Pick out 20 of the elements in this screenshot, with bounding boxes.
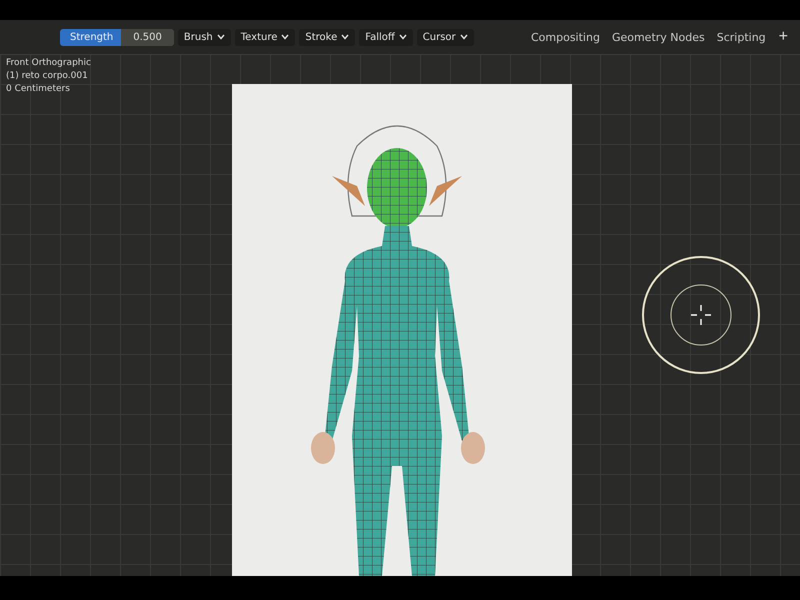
caret-icon — [281, 34, 290, 40]
dropdown-menu[interactable]: Cursor — [416, 28, 474, 46]
dropdown-menu[interactable]: Falloff — [359, 28, 413, 46]
workspace-tab[interactable]: Scripting — [714, 28, 769, 46]
brush-cursor-icon — [639, 253, 763, 377]
dropdown-menu[interactable]: Stroke — [299, 28, 356, 46]
strength-field[interactable]: 0.500 — [121, 28, 174, 46]
workspace-tab[interactable]: Geometry Nodes — [608, 28, 708, 46]
caret-icon — [398, 34, 407, 40]
viewport-info-text: 0 Centimeters — [6, 84, 71, 94]
dropdown-menu[interactable]: Texture — [234, 28, 296, 46]
viewport-info-text: Front Orthographic — [6, 58, 92, 68]
dropdown-menu[interactable]: Brush — [178, 28, 231, 46]
caret-icon — [216, 34, 225, 40]
strength-label[interactable]: Strength — [60, 28, 124, 46]
caret-icon — [341, 34, 350, 40]
viewport-info-text: (1) reto corpo.001 — [6, 71, 89, 81]
caret-icon — [460, 34, 468, 40]
workspace-tab[interactable]: Compositing — [528, 28, 603, 46]
add-tab-button[interactable]: + — [774, 28, 792, 46]
